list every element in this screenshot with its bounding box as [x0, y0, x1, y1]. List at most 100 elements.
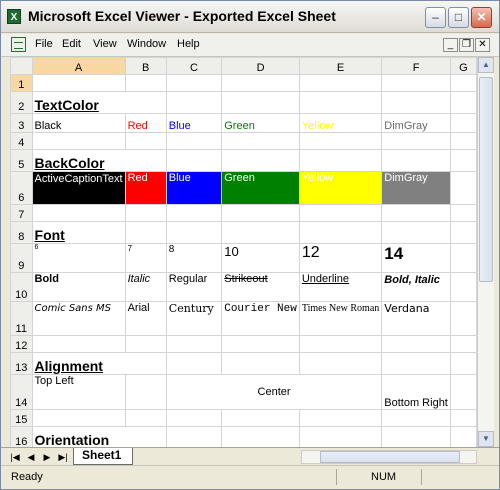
- cell[interactable]: [298, 352, 383, 375]
- cell[interactable]: [449, 335, 477, 353]
- cell-font-courier-new[interactable]: Courier New: [221, 301, 300, 336]
- select-all-corner[interactable]: [10, 57, 33, 75]
- row-header-9[interactable]: 9: [10, 243, 33, 273]
- close-button[interactable]: ✕: [471, 7, 492, 28]
- horizontal-scrollbar[interactable]: [301, 450, 477, 464]
- sheet-close-button[interactable]: ✕: [475, 38, 490, 52]
- row-header-4[interactable]: 4: [10, 132, 33, 150]
- cell[interactable]: [449, 149, 477, 172]
- cell[interactable]: [124, 374, 167, 410]
- scroll-down-arrow-icon[interactable]: ▼: [478, 431, 494, 447]
- cell-back-red[interactable]: Red: [124, 171, 167, 205]
- cell[interactable]: [381, 426, 451, 447]
- menu-view[interactable]: View: [93, 38, 117, 50]
- cell[interactable]: [449, 204, 477, 222]
- cell-orientation-header[interactable]: Orientation: [31, 426, 167, 447]
- maximize-button[interactable]: □: [448, 7, 469, 28]
- cell[interactable]: [221, 426, 300, 447]
- cell-font-bold-italic[interactable]: Bold, Italic: [381, 272, 451, 302]
- cell-font-size-8[interactable]: 8: [165, 243, 223, 273]
- vertical-scroll-thumb[interactable]: [479, 77, 493, 282]
- cell-font-regular[interactable]: Regular: [165, 272, 223, 302]
- row-header-8[interactable]: 8: [10, 221, 33, 244]
- last-sheet-icon[interactable]: ▶|: [57, 451, 69, 463]
- cell-font-size-6[interactable]: 6: [31, 243, 126, 273]
- cell[interactable]: [124, 74, 167, 92]
- cell[interactable]: [165, 91, 223, 114]
- cell[interactable]: [449, 426, 477, 447]
- workbook-icon[interactable]: [11, 37, 26, 52]
- cell[interactable]: [31, 409, 126, 427]
- menu-help[interactable]: Help: [177, 38, 200, 50]
- row-header-2[interactable]: 2: [10, 91, 33, 114]
- cell[interactable]: [165, 426, 223, 447]
- cell[interactable]: [124, 409, 167, 427]
- cell[interactable]: [221, 91, 300, 114]
- cell-font-bold[interactable]: Bold: [31, 272, 126, 302]
- cell-back-dimgray[interactable]: DimGray: [381, 171, 451, 205]
- column-header-d[interactable]: D: [221, 57, 300, 75]
- cell-text-green[interactable]: Green: [221, 113, 300, 133]
- cell-font-size-14[interactable]: 14: [381, 243, 451, 273]
- cell[interactable]: [124, 204, 167, 222]
- cell-text-dimgray[interactable]: DimGray: [381, 113, 451, 133]
- cell[interactable]: [381, 409, 451, 427]
- column-header-e[interactable]: E: [298, 57, 383, 75]
- row-header-12[interactable]: 12: [10, 335, 33, 353]
- cell[interactable]: [449, 221, 477, 244]
- cell[interactable]: [165, 409, 223, 427]
- cell-back-blue[interactable]: Blue: [165, 171, 223, 205]
- cell-font-header[interactable]: Font: [31, 221, 126, 244]
- menu-file[interactable]: File: [35, 38, 53, 50]
- cell-alignment-header[interactable]: Alignment: [31, 352, 167, 375]
- cell-font-underline[interactable]: Underline: [298, 272, 383, 302]
- row-header-16[interactable]: 16: [10, 426, 33, 447]
- cell[interactable]: [449, 74, 477, 92]
- cell[interactable]: [165, 204, 223, 222]
- cell-font-century[interactable]: Century: [165, 301, 223, 336]
- cell[interactable]: [298, 149, 383, 172]
- cell[interactable]: [381, 352, 451, 375]
- row-header-7[interactable]: 7: [10, 204, 33, 222]
- minimize-button[interactable]: –: [425, 7, 446, 28]
- cell[interactable]: [381, 91, 451, 114]
- cell-font-size-10[interactable]: 10: [221, 243, 300, 273]
- cell[interactable]: [124, 221, 167, 244]
- first-sheet-icon[interactable]: |◀: [9, 451, 21, 463]
- cell[interactable]: [165, 132, 223, 150]
- vertical-scrollbar[interactable]: ▲ ▼: [477, 57, 494, 447]
- cell[interactable]: [298, 204, 383, 222]
- cell[interactable]: [165, 352, 223, 375]
- cell[interactable]: [165, 74, 223, 92]
- cell[interactable]: [165, 149, 223, 172]
- prev-sheet-icon[interactable]: ◀: [25, 451, 37, 463]
- cell[interactable]: [31, 132, 126, 150]
- cell-align-top-left[interactable]: Top Left: [31, 374, 126, 410]
- cell-backcolor-header[interactable]: BackColor: [31, 149, 167, 172]
- cell-back-activecaptiontext[interactable]: ActiveCaptionText: [31, 171, 126, 205]
- cell-font-size-7[interactable]: 7: [124, 243, 167, 273]
- cell[interactable]: [449, 374, 477, 410]
- column-header-b[interactable]: B: [124, 57, 167, 75]
- cell-font-verdana[interactable]: Verdana: [381, 301, 451, 336]
- cell[interactable]: [221, 74, 300, 92]
- row-header-11[interactable]: 11: [10, 301, 33, 336]
- cell[interactable]: [221, 335, 300, 353]
- cell[interactable]: [449, 171, 477, 205]
- cell[interactable]: [449, 409, 477, 427]
- cell[interactable]: [381, 74, 451, 92]
- cell[interactable]: [298, 132, 383, 150]
- cell[interactable]: [165, 335, 223, 353]
- cell[interactable]: [221, 409, 300, 427]
- row-header-5[interactable]: 5: [10, 149, 33, 172]
- cell[interactable]: [381, 335, 451, 353]
- row-header-1[interactable]: 1: [10, 74, 33, 92]
- excel-app-icon[interactable]: X: [7, 9, 21, 24]
- cell-align-bottom-right[interactable]: Bottom Right: [381, 374, 451, 410]
- cell-textcolor-header[interactable]: TextColor: [31, 91, 167, 114]
- cell[interactable]: [221, 149, 300, 172]
- cell[interactable]: [449, 113, 477, 133]
- row-header-14[interactable]: 14: [10, 374, 33, 410]
- cell[interactable]: [31, 204, 126, 222]
- cell-text-yellow[interactable]: Yellow: [298, 113, 383, 133]
